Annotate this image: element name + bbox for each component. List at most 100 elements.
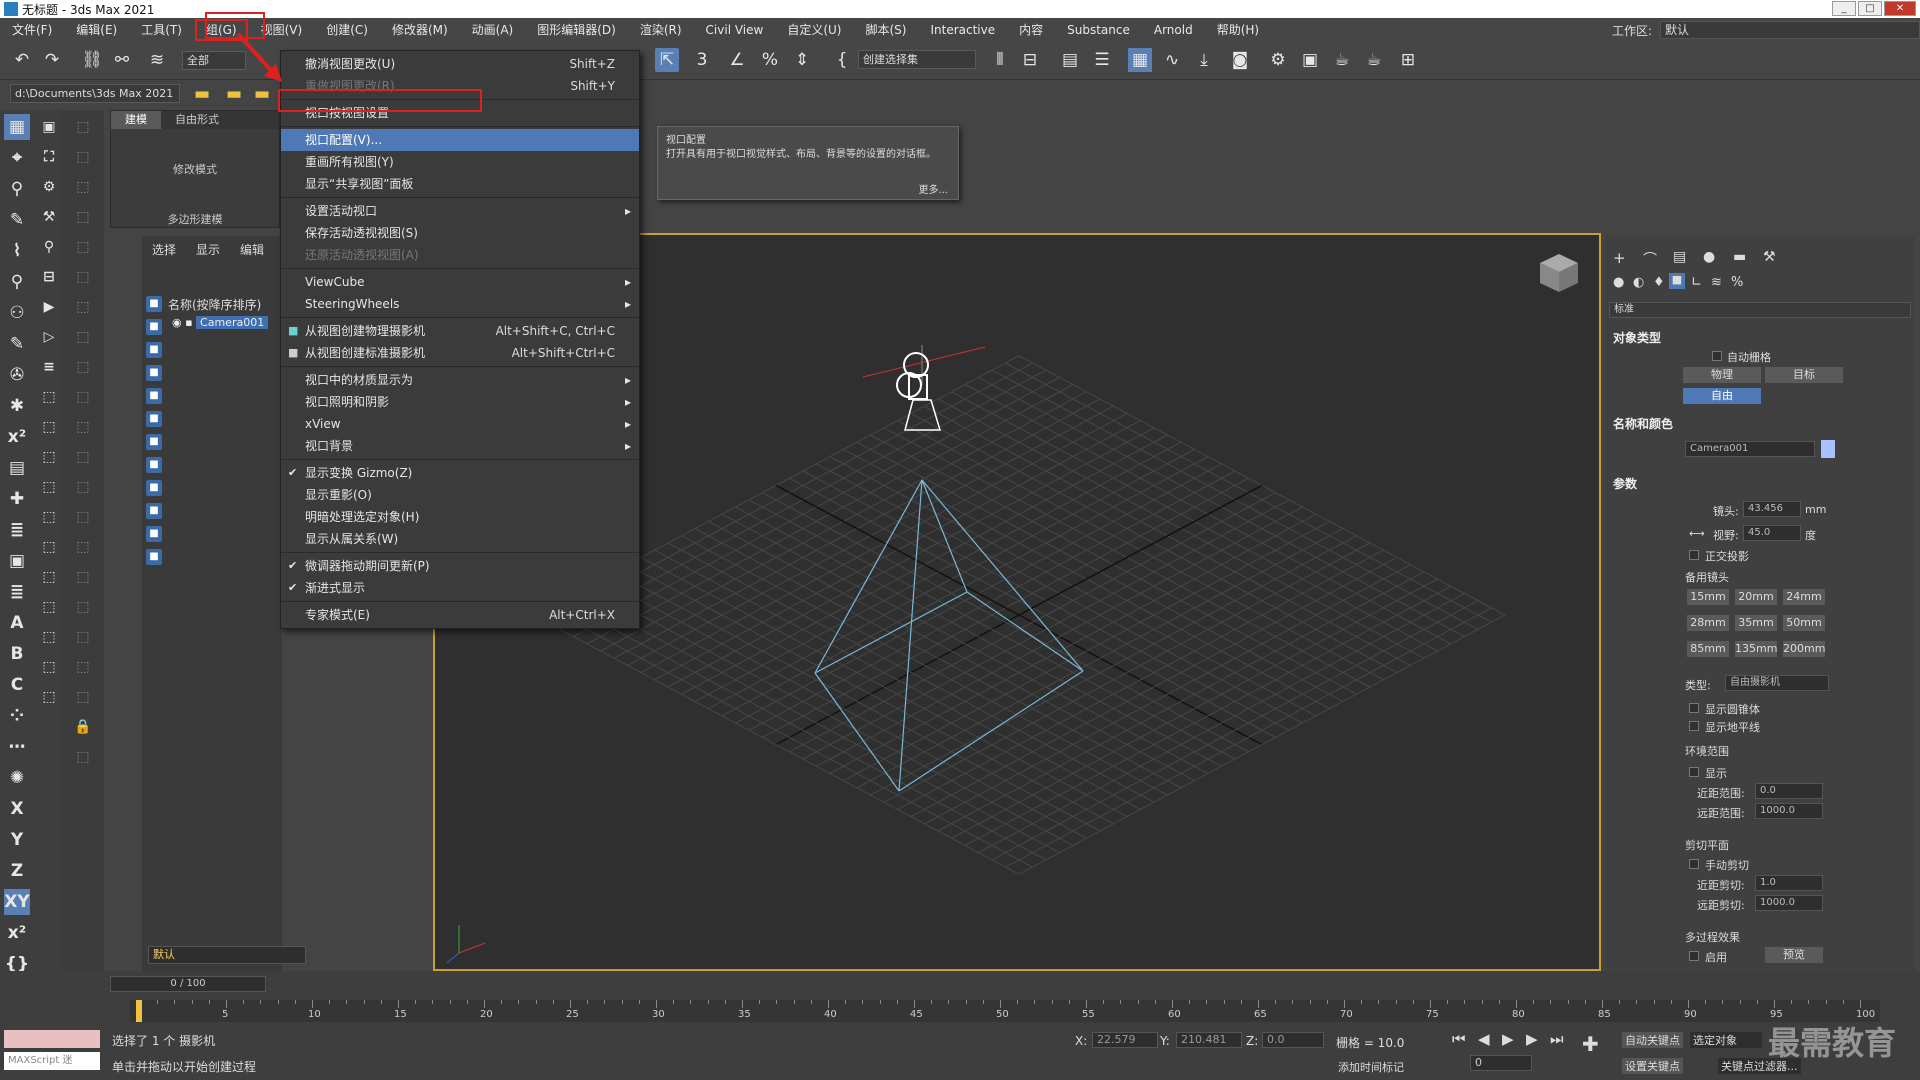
eye-icon[interactable]: ◉ ▪ bbox=[172, 316, 196, 329]
render-cloud-icon[interactable]: ⊞ bbox=[1396, 48, 1420, 72]
tool-icon[interactable]: ⚒ bbox=[36, 204, 62, 230]
link-icon[interactable]: ⚲ bbox=[4, 269, 30, 295]
filter-icon[interactable]: ■ bbox=[146, 549, 162, 565]
tool-icon[interactable]: ⬚ bbox=[36, 444, 62, 470]
layers-icon[interactable]: ▤ bbox=[4, 455, 30, 481]
track-bar[interactable]: 0510152025303540455055606570758085909510… bbox=[130, 1000, 1880, 1022]
tool-icon[interactable]: ▣ bbox=[36, 114, 62, 140]
dots-icon[interactable]: ⁘ bbox=[4, 703, 30, 729]
stock-lens-button[interactable]: 35mm bbox=[1735, 615, 1777, 631]
view-menu-item[interactable]: xView ▸ bbox=[281, 413, 639, 435]
bind-spacewarp-icon[interactable]: ≋ bbox=[145, 48, 169, 72]
tool-icon[interactable]: ⬚ bbox=[70, 594, 96, 620]
tool-icon[interactable]: ⊟ bbox=[36, 264, 62, 290]
move-icon[interactable]: ⌖ bbox=[4, 145, 30, 171]
tool-icon[interactable]: ⬚ bbox=[70, 414, 96, 440]
view-menu-item[interactable]: 视口中的材质显示为 ▸ bbox=[281, 369, 639, 391]
filter-icon[interactable]: ■ bbox=[146, 526, 162, 542]
utilities-tab-icon[interactable]: ⚒ bbox=[1763, 249, 1776, 265]
hierarchy-tab-icon[interactable]: ▤ bbox=[1673, 249, 1686, 265]
x-coord-field[interactable]: 22.579 bbox=[1092, 1032, 1158, 1048]
schematic-view-icon[interactable]: ⤓ bbox=[1192, 48, 1216, 72]
curve-editor-icon[interactable]: ∿ bbox=[1160, 48, 1184, 72]
tool-icon[interactable]: ⬚ bbox=[70, 684, 96, 710]
autogrid-checkbox[interactable] bbox=[1712, 351, 1722, 361]
lights-icon[interactable]: ♦ bbox=[1653, 275, 1665, 290]
tab-edit[interactable]: 编辑 bbox=[230, 241, 274, 258]
tab-display[interactable]: 显示 bbox=[186, 241, 230, 258]
workspace-dropdown[interactable]: 默认 bbox=[1660, 21, 1920, 39]
view-menu-item[interactable]: 明暗处理选定对象(H) bbox=[281, 506, 639, 528]
power-icon[interactable]: x² bbox=[4, 424, 30, 450]
tab-modeling[interactable]: 建模 bbox=[111, 111, 161, 129]
tool-icon[interactable]: ⬚ bbox=[70, 504, 96, 530]
menu-item[interactable]: Interactive bbox=[918, 18, 1007, 42]
tool-icon[interactable]: ⚲ bbox=[36, 234, 62, 260]
filter-icon[interactable]: ■ bbox=[146, 365, 162, 381]
menu-item[interactable]: 图形编辑器(D) bbox=[525, 18, 628, 42]
maximize-button[interactable]: □ bbox=[1858, 1, 1882, 16]
tooltip-more-link[interactable]: 更多... bbox=[918, 181, 948, 196]
maxscript-mini-listener[interactable]: MAXScript 迷 bbox=[4, 1052, 100, 1070]
set-key-button[interactable]: 设置关键点 bbox=[1622, 1058, 1683, 1074]
view-menu-item[interactable]: 显示变换 Gizmo(Z) ✔ bbox=[281, 462, 639, 484]
current-frame-field[interactable]: 0 bbox=[1470, 1055, 1532, 1071]
list-item[interactable]: ◉ ▪ Camera001 bbox=[172, 316, 282, 332]
fov-direction-icon[interactable]: ⟷ bbox=[1689, 527, 1705, 540]
goto-end-icon[interactable]: ⏭ bbox=[1550, 1030, 1564, 1048]
percent-snap-icon[interactable]: % bbox=[758, 48, 782, 72]
show-horizon-checkbox[interactable] bbox=[1689, 721, 1699, 731]
tab-select[interactable]: 选择 bbox=[142, 241, 186, 258]
tool-icon[interactable]: ⬚ bbox=[36, 594, 62, 620]
tool-icon[interactable]: ⚙ bbox=[36, 174, 62, 200]
filter-icon[interactable]: ■ bbox=[146, 296, 162, 312]
render-production-icon[interactable]: ☕ bbox=[1330, 48, 1354, 72]
tool-icon[interactable]: ⬚ bbox=[70, 234, 96, 260]
parameters-title[interactable]: 参数 bbox=[1613, 475, 1637, 492]
tab-freeform[interactable]: 自由形式 bbox=[161, 111, 233, 129]
motion-tab-icon[interactable]: ● bbox=[1703, 249, 1715, 265]
circle-dots-icon[interactable]: ✺ bbox=[4, 765, 30, 791]
view-menu-item[interactable]: 重画所有视图(Y) bbox=[281, 151, 639, 173]
text-a-icon[interactable]: A bbox=[4, 610, 30, 636]
systems-icon[interactable]: % bbox=[1731, 275, 1743, 290]
geometry-icon[interactable]: ● bbox=[1613, 275, 1624, 290]
workspace-selector[interactable]: 工作区: 默认 bbox=[1612, 18, 1920, 42]
view-menu-item[interactable]: SteeringWheels ▸ bbox=[281, 293, 639, 315]
sparkle-icon[interactable]: ✱ bbox=[4, 393, 30, 419]
weld-icon[interactable]: ✇ bbox=[4, 362, 30, 388]
menu-item[interactable]: Civil View bbox=[694, 18, 776, 42]
spinner-snap-icon[interactable]: ⇕ bbox=[790, 48, 814, 72]
mirror-icon[interactable]: ⫴ bbox=[988, 48, 1012, 72]
view-menu-item[interactable]: 视口照明和阴影 ▸ bbox=[281, 391, 639, 413]
tool-icon[interactable]: ⬚ bbox=[36, 534, 62, 560]
stock-lens-button[interactable]: 200mm bbox=[1783, 641, 1825, 657]
tool-icon[interactable]: ⬚ bbox=[70, 564, 96, 590]
object-color-swatch[interactable] bbox=[1821, 440, 1835, 458]
z-coord-field[interactable]: 0.0 bbox=[1262, 1032, 1324, 1048]
view-menu-item[interactable]: 视口配置(V)... bbox=[281, 129, 639, 151]
tool-icon[interactable]: ≡ bbox=[36, 354, 62, 380]
spacewarps-icon[interactable]: ≋ bbox=[1711, 275, 1722, 290]
auto-key-button[interactable]: 自动关键点 bbox=[1622, 1032, 1683, 1048]
tool-icon[interactable]: ⬚ bbox=[70, 174, 96, 200]
view-menu-item[interactable]: 保存活动透视视图(S) bbox=[281, 222, 639, 244]
show-cone-checkbox[interactable] bbox=[1689, 703, 1699, 713]
near-clip-spinner[interactable]: 1.0 bbox=[1755, 875, 1823, 891]
lasso-icon[interactable]: ⚲ bbox=[4, 176, 30, 202]
stock-lens-button[interactable]: 20mm bbox=[1735, 589, 1777, 605]
box-icon[interactable]: ▣ bbox=[4, 548, 30, 574]
select-object-icon[interactable]: ⇱ bbox=[655, 48, 679, 72]
near-range-spinner[interactable]: 0.0 bbox=[1755, 783, 1823, 799]
scene-explorer-icon[interactable]: ▤ bbox=[1058, 48, 1082, 72]
menu-item[interactable]: 文件(F) bbox=[0, 18, 64, 42]
angle-snap-icon[interactable]: ∠ bbox=[725, 48, 749, 72]
target-button[interactable]: 目标 bbox=[1765, 367, 1843, 383]
filter-icon[interactable]: ■ bbox=[146, 434, 162, 450]
layer-dropdown[interactable]: 默认 bbox=[148, 946, 306, 964]
menu-item[interactable]: 渲染(R) bbox=[628, 18, 694, 42]
orthographic-checkbox[interactable] bbox=[1689, 550, 1699, 560]
plus-icon[interactable]: ✚ bbox=[4, 486, 30, 512]
shapes-icon[interactable]: ◐ bbox=[1633, 275, 1644, 290]
tool-icon[interactable]: ⬚ bbox=[36, 684, 62, 710]
